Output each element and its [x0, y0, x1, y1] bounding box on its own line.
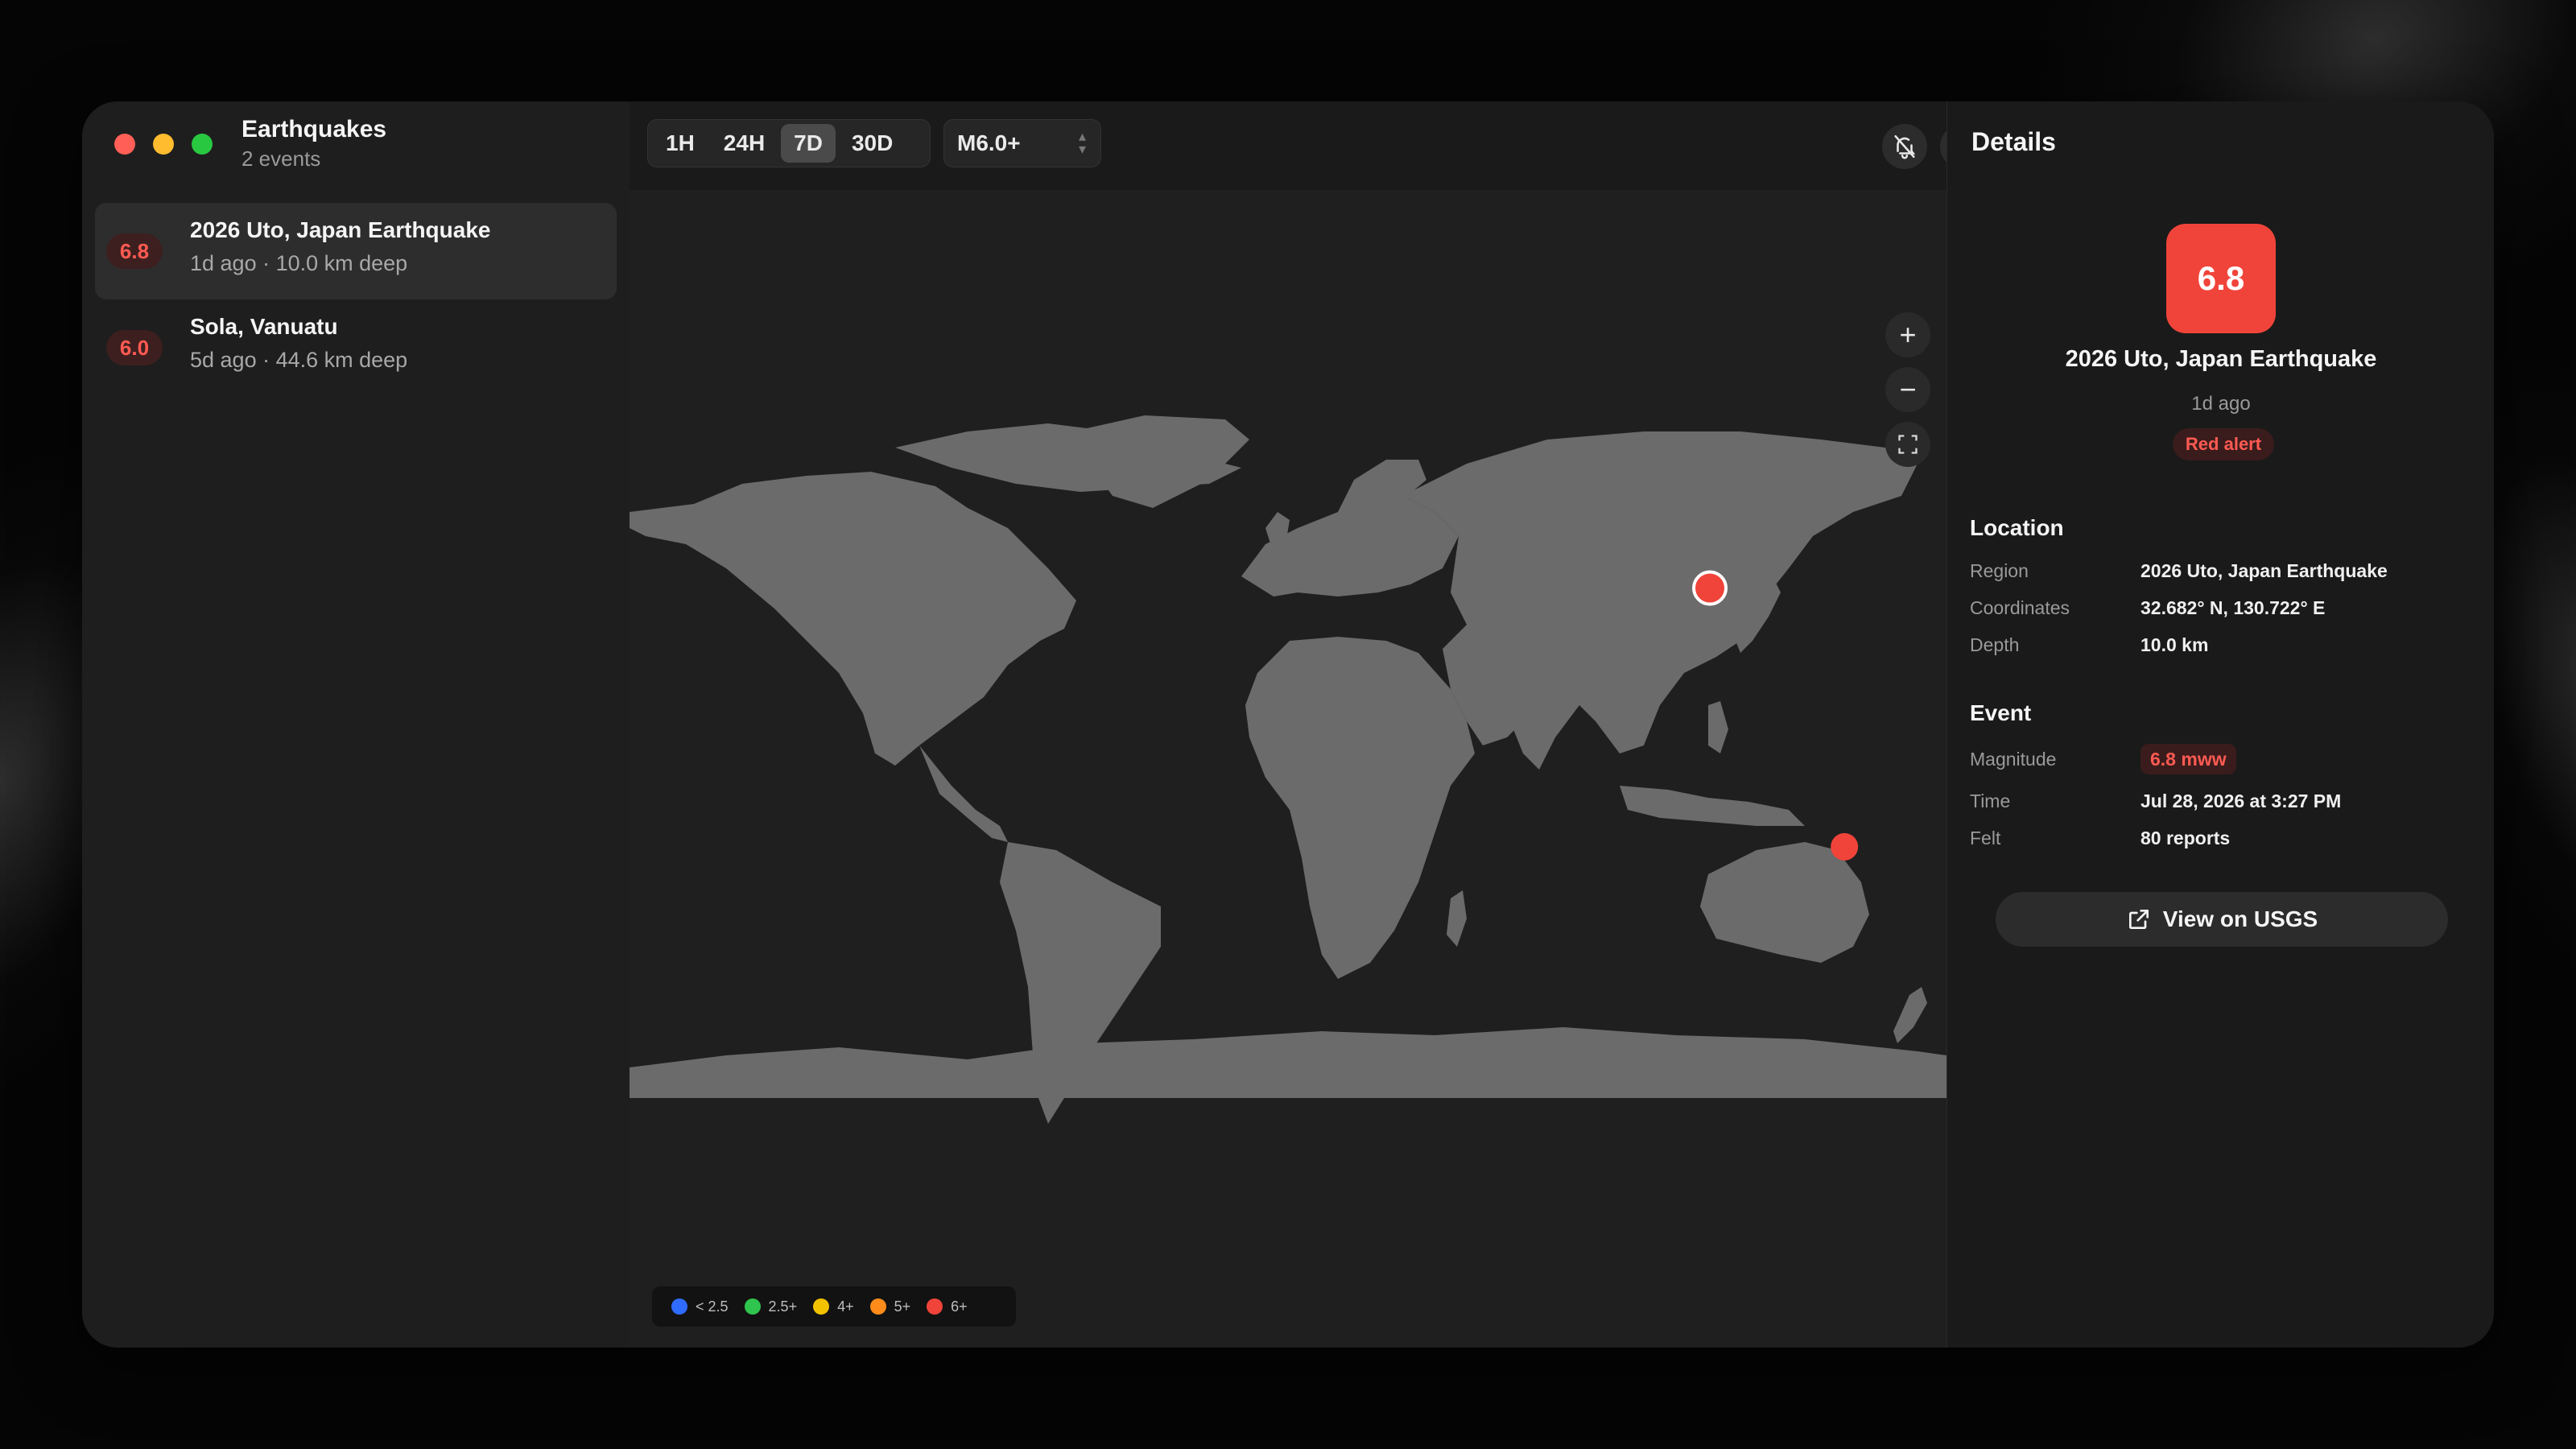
minimize-window-button[interactable] [153, 134, 174, 155]
coordinates-value: 32.682° N, 130.722° E [2140, 597, 2326, 618]
sidebar: Earthquakes 2 events 6.8 2026 Uto, Japan… [82, 101, 630, 1348]
alert-badge: Red alert [2173, 428, 2274, 460]
external-link-icon [2128, 910, 2149, 929]
event-count: 2 events [242, 147, 321, 171]
legend-dot [671, 1298, 687, 1315]
bell-slash-icon[interactable] [1882, 124, 1927, 169]
event-time-ago: 1d ago [2191, 393, 2251, 415]
event-section-header: Event [1970, 700, 2032, 725]
details-title: Details [1971, 127, 2056, 156]
legend-dot [927, 1298, 943, 1315]
chevron-up-down-icon: ▴ ▾ [1078, 128, 1086, 157]
legend-item: < 2.5 [671, 1298, 729, 1315]
location-section-header: Location [1970, 515, 2064, 540]
magnitude-badge: 6.8 [106, 233, 163, 269]
fullscreen-icon[interactable] [1885, 422, 1930, 467]
quake-subtitle: 5d ago · 44.6 km deep [190, 348, 408, 372]
range-24h-button[interactable]: 24H [711, 124, 778, 163]
app-title-block: Earthquakes 2 events [242, 116, 386, 171]
magnitude-filter-value: M6.0+ [957, 130, 1021, 155]
magnitude-label: Magnitude [1970, 749, 2057, 770]
legend-label: < 2.5 [696, 1298, 729, 1315]
window-controls [114, 134, 213, 155]
time-value: Jul 28, 2026 at 3:27 PM [2140, 791, 2342, 811]
legend-label: 4+ [837, 1298, 854, 1315]
list-item[interactable]: 6.8 2026 Uto, Japan Earthquake 1d ago · … [95, 203, 617, 299]
event-name: 2026 Uto, Japan Earthquake [2065, 346, 2377, 372]
magnitude-legend: < 2.5 2.5+ 4+ 5+ 6+ [652, 1286, 1016, 1327]
time-label: Time [1970, 791, 2011, 811]
app-title: Earthquakes [242, 116, 387, 142]
legend-item: 4+ [813, 1298, 854, 1315]
quake-title: Sola, Vanuatu [190, 314, 338, 339]
magnitude-badge: 6.0 [106, 330, 163, 365]
legend-dot [744, 1298, 761, 1315]
magnitude-badge-large: 6.8 [2166, 224, 2276, 333]
legend-item: 6+ [927, 1298, 968, 1315]
depth-label: Depth [1970, 634, 2020, 655]
depth-value: 10.0 km [2140, 634, 2209, 655]
app-window: Earthquakes 2 events 6.8 2026 Uto, Japan… [82, 101, 2494, 1348]
time-range-segmented-control: 1H 24H 7D 30D [647, 119, 931, 167]
legend-dot [869, 1298, 886, 1315]
legend-item: 5+ [869, 1298, 911, 1315]
legend-label: 2.5+ [768, 1298, 798, 1315]
region-value: 2026 Uto, Japan Earthquake [2140, 560, 2388, 581]
magnitude-value: 6.8 mww [2140, 744, 2236, 774]
list-item[interactable]: 6.0 Sola, Vanuatu 5d ago · 44.6 km deep [95, 299, 617, 396]
coordinates-label: Coordinates [1970, 597, 2070, 618]
zoom-out-button[interactable]: − [1885, 367, 1930, 412]
legend-label: 6+ [951, 1298, 968, 1315]
range-7d-button[interactable]: 7D [781, 124, 836, 163]
view-on-usgs-label: View on USGS [2162, 906, 2318, 931]
legend-dot [813, 1298, 830, 1315]
zoom-window-button[interactable] [192, 134, 213, 155]
range-30d-button[interactable]: 30D [839, 124, 906, 163]
map-view[interactable]: + − < 2.5 2.5+ 4+ 5+ 6+ [630, 190, 1946, 1348]
felt-value: 80 reports [2140, 828, 2231, 848]
earthquake-marker[interactable] [1692, 570, 1728, 606]
quake-title: 2026 Uto, Japan Earthquake [190, 217, 491, 242]
zoom-in-button[interactable]: + [1885, 312, 1930, 357]
legend-label: 5+ [894, 1298, 911, 1315]
close-window-button[interactable] [114, 134, 135, 155]
quake-subtitle: 1d ago · 10.0 km deep [190, 251, 408, 275]
toolbar: 1H 24H 7D 30D M6.0+ ▴ ▾ [630, 101, 1985, 190]
range-1h-button[interactable]: 1H [653, 124, 708, 163]
world-map[interactable] [630, 190, 1946, 1348]
earthquake-list: 6.8 2026 Uto, Japan Earthquake 1d ago · … [95, 203, 617, 396]
earthquake-marker[interactable] [1831, 832, 1859, 861]
region-label: Region [1970, 560, 2029, 581]
magnitude-filter-select[interactable]: M6.0+ ▴ ▾ [943, 119, 1101, 167]
details-panel: Details 6.8 2026 Uto, Japan Earthquake 1… [1946, 101, 2494, 1348]
legend-item: 2.5+ [744, 1298, 798, 1315]
felt-label: Felt [1970, 828, 2001, 848]
view-on-usgs-button[interactable]: View on USGS [1996, 892, 2448, 947]
